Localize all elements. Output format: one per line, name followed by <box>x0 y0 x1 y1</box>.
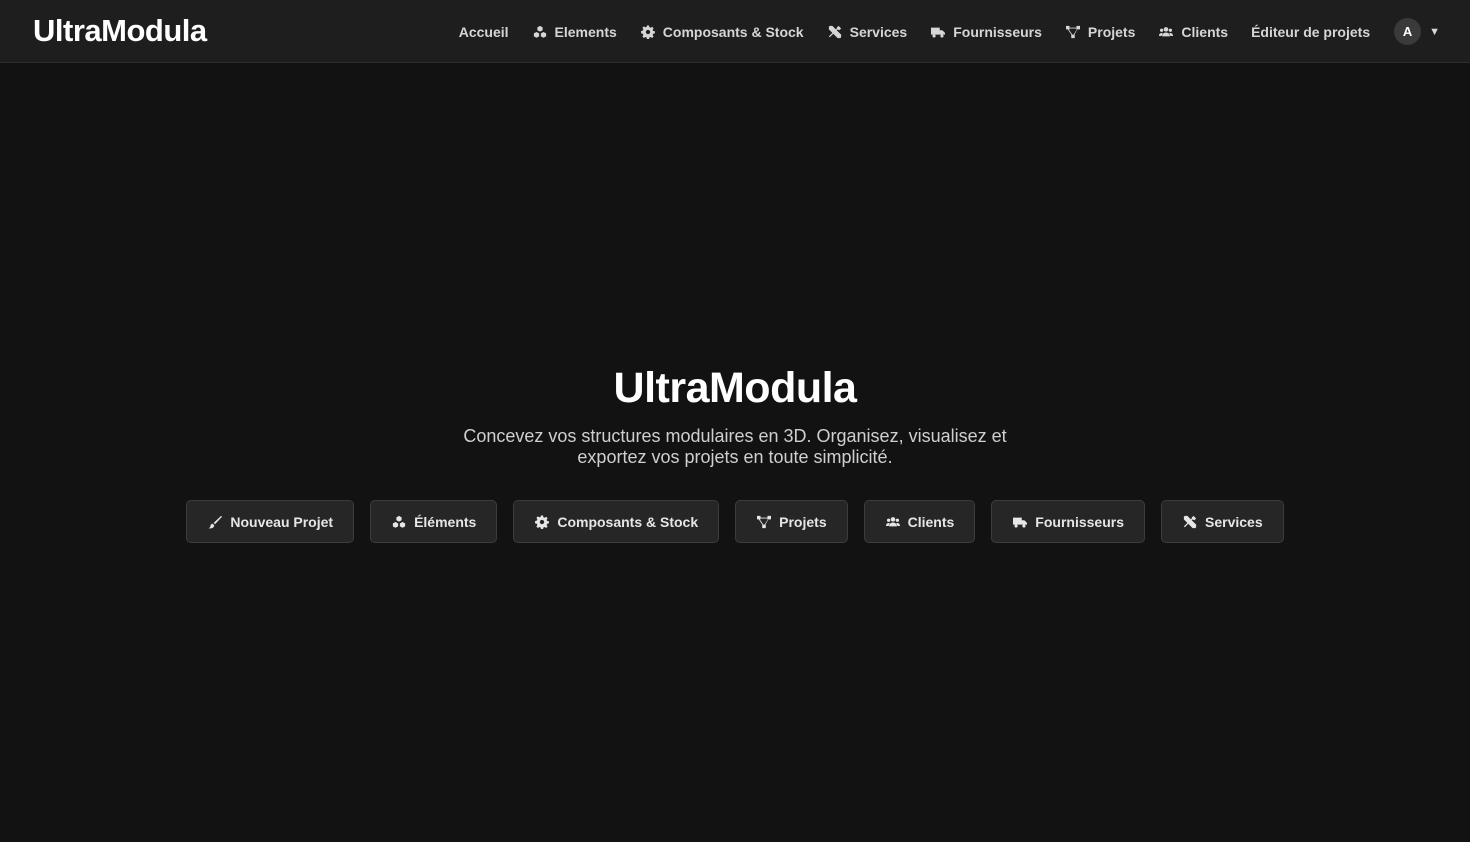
button-label: Clients <box>907 513 955 530</box>
gear-icon <box>640 24 656 40</box>
nav-link-label: Fournisseurs <box>953 23 1042 40</box>
hero-section: UltraModula Concevez vos structures modu… <box>0 360 1470 543</box>
user-menu[interactable]: A ▼ <box>1394 18 1440 45</box>
nav-link-label: Composants & Stock <box>662 23 804 40</box>
nav-link-label: Éditeur de projets <box>1251 23 1371 40</box>
button-label: Services <box>1205 513 1263 530</box>
composants-stock-button[interactable]: Composants & Stock <box>513 500 720 543</box>
nav-link-label: Projets <box>1087 23 1136 40</box>
button-label: Nouveau Projet <box>230 513 334 530</box>
nav-links: Accueil Elements Composants & Stock Serv… <box>436 0 1440 63</box>
cubes-icon <box>391 514 407 530</box>
users-icon <box>1158 24 1174 40</box>
clients-button[interactable]: Clients <box>863 500 976 543</box>
nav-link-fournisseurs[interactable]: Fournisseurs <box>930 24 1042 40</box>
cubes-icon <box>532 24 548 40</box>
nodes-icon <box>1065 24 1081 40</box>
projets-button[interactable]: Projets <box>735 500 848 543</box>
truck-icon <box>930 24 946 40</box>
hero-actions: Nouveau Projet Éléments Composants & Sto… <box>0 500 1470 543</box>
gear-icon <box>534 514 550 530</box>
nav-link-services[interactable]: Services <box>827 23 908 40</box>
tools-icon <box>1182 514 1198 530</box>
nav-link-label: Elements <box>554 23 617 40</box>
fournisseurs-button[interactable]: Fournisseurs <box>991 500 1145 543</box>
button-label: Éléments <box>414 513 477 530</box>
button-label: Projets <box>779 513 827 530</box>
elements-button[interactable]: Éléments <box>370 500 498 543</box>
nav-link-editeur-projets[interactable]: Éditeur de projets <box>1251 24 1370 40</box>
nav-link-label: Clients <box>1181 23 1229 40</box>
tools-icon <box>827 24 843 40</box>
nav-link-clients[interactable]: Clients <box>1158 24 1228 40</box>
nav-link-label: Accueil <box>458 23 509 40</box>
brush-icon <box>207 514 223 530</box>
nav-link-label: Services <box>849 23 908 40</box>
nav-link-composants-stock[interactable]: Composants & Stock <box>640 24 804 40</box>
nav-link-projets[interactable]: Projets <box>1065 24 1135 40</box>
hero-title: UltraModula <box>613 364 857 412</box>
caret-down-icon: ▼ <box>1429 25 1440 38</box>
hero-subtitle: Concevez vos structures modulaires en 3D… <box>463 426 1007 467</box>
nodes-icon <box>756 514 772 530</box>
avatar: A <box>1394 18 1422 45</box>
button-label: Fournisseurs <box>1035 513 1124 530</box>
brand-logo[interactable]: UltraModula <box>33 13 207 49</box>
truck-icon <box>1012 514 1028 530</box>
new-project-button[interactable]: Nouveau Projet <box>186 500 355 543</box>
nav-link-elements[interactable]: Elements <box>532 24 617 40</box>
button-label: Composants & Stock <box>557 513 699 530</box>
nav-link-accueil[interactable]: Accueil <box>459 24 509 40</box>
services-button[interactable]: Services <box>1161 500 1284 543</box>
top-navbar: UltraModula Accueil Elements Composants … <box>0 0 1470 63</box>
users-icon <box>885 514 901 530</box>
